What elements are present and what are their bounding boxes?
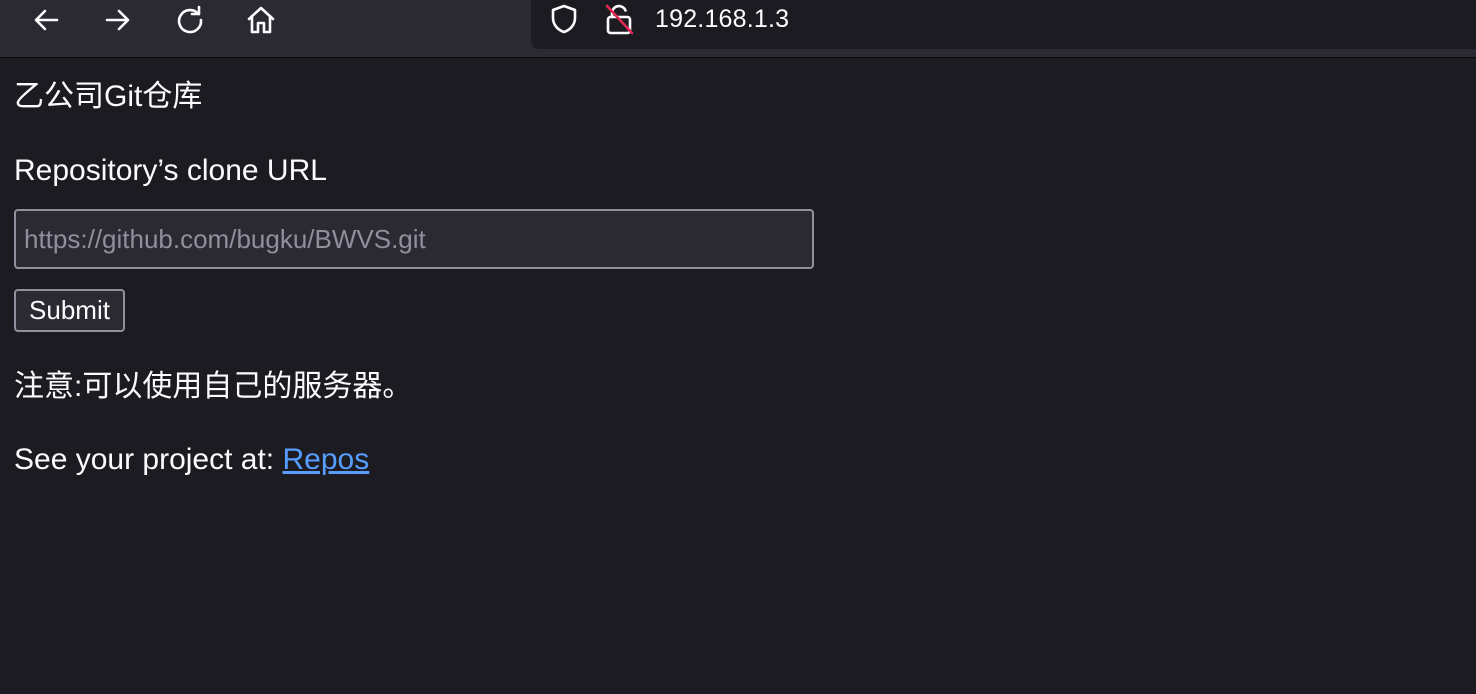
address-text[interactable]: 192.168.1.3 [655, 1, 789, 37]
reload-button[interactable] [166, 0, 214, 40]
submit-button[interactable]: Submit [14, 289, 125, 332]
site-security-button[interactable] [601, 0, 637, 38]
project-line: See your project at: Repos [14, 442, 369, 478]
back-arrow-icon [34, 9, 59, 31]
note-text: 注意:可以使用自己的服务器。 [14, 370, 413, 403]
project-prefix-text: See your project at: [14, 443, 283, 476]
address-bar[interactable]: 192.168.1.3 [531, 0, 1476, 49]
shield-icon [551, 4, 577, 34]
forward-button[interactable] [94, 0, 142, 40]
forward-arrow-icon [105, 9, 130, 31]
page-title: 乙公司Git仓库 [14, 80, 203, 113]
browser-toolbar: 192.168.1.3 [0, 0, 1476, 58]
tracking-protection-button[interactable] [546, 0, 582, 38]
clone-url-input[interactable] [14, 209, 814, 269]
home-icon [247, 6, 275, 34]
page-content: 乙公司Git仓库 Repository’s clone URL Submit 注… [0, 59, 1476, 694]
insecure-lock-icon [605, 4, 634, 35]
home-button[interactable] [237, 0, 285, 40]
clone-url-label: Repository’s clone URL [14, 154, 327, 187]
back-button[interactable] [22, 0, 70, 40]
reload-icon [177, 5, 203, 34]
repos-link[interactable]: Repos [282, 443, 369, 476]
